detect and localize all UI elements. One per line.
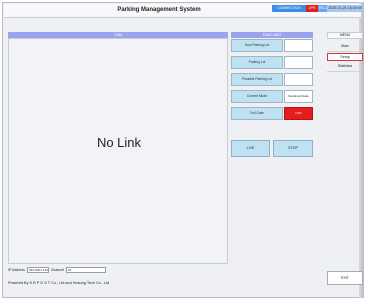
datetime-display: 2020-01-21 15:40:49 (327, 5, 363, 12)
channel-field[interactable]: 01 (65, 266, 106, 273)
possible-parking-lot-value (284, 73, 313, 86)
func-row-parking-lot: Parking Lot (231, 56, 313, 69)
powered-by-text: Powered By S B P O S T Co., Ltd and Hosu… (8, 281, 110, 285)
stop-button[interactable]: STOP (273, 140, 313, 157)
exit-button[interactable]: EXIT (327, 271, 363, 285)
ip-address-label: IP Address (8, 267, 25, 272)
func-row-current-mode: Current Mode Standing Mode (231, 90, 313, 103)
app-title: Parking Management System (117, 7, 201, 13)
parking-lot-value (284, 56, 313, 69)
now-parking-lot-label: Now Parking Lot (231, 39, 283, 52)
live-button[interactable]: LIVE (231, 140, 270, 157)
current-mode-value[interactable]: Standing Mode (284, 90, 313, 103)
connection-status-badge: CONNECTION (272, 5, 306, 12)
no-link-message: No Link (96, 135, 142, 150)
now-parking-lot-value (284, 39, 313, 52)
ip-address-field[interactable]: 192.168.1.101 (26, 266, 49, 273)
parking-lot-label: Parking Lot (231, 56, 283, 69)
func-row-now-parking: Now Parking Lot (231, 39, 313, 52)
connection-settings-row: IP Address 192.168.1.101 Channel 01 (8, 266, 106, 273)
full-gate-label: Full Gate (231, 107, 283, 120)
menu-header: MENU (327, 32, 363, 39)
current-mode-label: Current Mode (231, 90, 283, 103)
channel-label: Channel (50, 267, 64, 272)
function-panel-header: FUNC-NEO (231, 32, 313, 38)
camera-view: No Link (8, 38, 228, 264)
menu-divider (327, 51, 363, 52)
full-gate-value[interactable]: LPR (284, 107, 313, 120)
possible-parking-lot-label: Possible Parking Lot (231, 73, 283, 86)
lpr-status-badge: LPR (306, 5, 318, 12)
menu-divider (327, 71, 363, 72)
func-row-possible-parking: Possible Parking Lot (231, 73, 313, 86)
menu-item-setup[interactable]: Setup (327, 53, 363, 61)
menu-item-statistics[interactable]: Statistics (327, 62, 363, 70)
menu-item-main[interactable]: Main (327, 42, 363, 50)
func-row-full-gate: Full Gate LPR (231, 107, 313, 120)
